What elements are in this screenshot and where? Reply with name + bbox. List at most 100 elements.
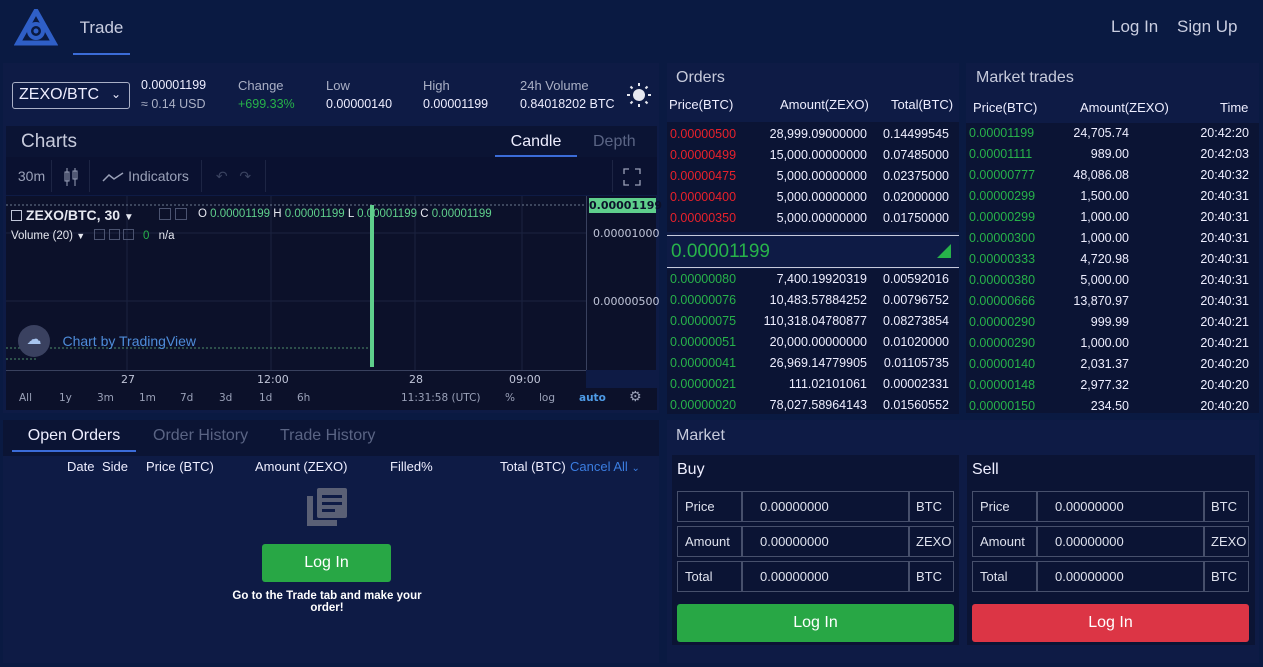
tab-candle[interactable]: Candle <box>495 133 577 157</box>
sell-login-button[interactable]: Log In <box>972 604 1249 642</box>
orders-col-amount: Amount(ZEXO) <box>780 97 869 112</box>
bid-row[interactable]: 0.00000041 26,969.14779905 0.01105735 <box>667 353 959 374</box>
ask-row[interactable]: 0.00000475 5,000.00000000 0.02375000 <box>667 166 959 187</box>
ask-amount: 5,000.00000000 <box>776 169 867 183</box>
low-label: Low <box>326 78 350 93</box>
brand-logo-icon[interactable] <box>14 9 58 47</box>
trade-row[interactable]: 0.00000777 48,086.08 20:40:32 <box>966 165 1259 186</box>
bid-row[interactable]: 0.00000051 20,000.00000000 0.01020000 <box>667 332 959 353</box>
ask-row[interactable]: 0.00000500 28,999.09000000 0.14499545 <box>667 124 959 145</box>
price-axis-tick: 0.00001000 <box>593 227 660 240</box>
theme-toggle-sun-icon[interactable] <box>627 83 651 107</box>
trade-row[interactable]: 0.00000290 1,000.00 20:40:21 <box>966 333 1259 354</box>
range-7d[interactable]: 7d <box>180 392 193 404</box>
trade-row[interactable]: 0.00000299 1,000.00 20:40:31 <box>966 207 1259 228</box>
range-3m[interactable]: 3m <box>97 392 114 404</box>
range-3d[interactable]: 3d <box>219 392 232 404</box>
tab-order-history[interactable]: Order History <box>153 427 248 445</box>
trade-time: 20:40:31 <box>1200 294 1249 308</box>
bid-total: 0.01020000 <box>882 335 949 349</box>
trade-price: 0.00000140 <box>969 357 1036 371</box>
range-6h[interactable]: 6h <box>297 392 310 404</box>
chart-canvas[interactable]: ZEXO/BTC, 30 ▼ O 0.00001199 H 0.00001199… <box>6 196 586 370</box>
bid-total: 0.08273854 <box>882 314 949 328</box>
nav-signup-link[interactable]: Sign Up <box>1177 17 1237 37</box>
volume-close-icon[interactable] <box>122 229 134 240</box>
cancel-all-button[interactable]: Cancel All ⌄ <box>570 459 640 474</box>
pair-select[interactable]: ZEXO/BTC ⌄ <box>12 82 130 109</box>
buy-total-input[interactable]: 0.00000000 <box>742 561 909 592</box>
ask-amount: 28,999.09000000 <box>769 127 867 141</box>
bid-row[interactable]: 0.00000075 110,318.04780877 0.08273854 <box>667 311 959 332</box>
volume-visibility-icon[interactable] <box>94 229 106 240</box>
volume-legend-na: n/a <box>158 230 175 242</box>
trade-row[interactable]: 0.00000333 4,720.98 20:40:31 <box>966 249 1259 270</box>
trade-row[interactable]: 0.00001199 24,705.74 20:42:20 <box>966 123 1259 144</box>
price-axis[interactable]: 0.00001199 0.00001000 0.00000500 <box>586 196 662 370</box>
percent-toggle[interactable]: % <box>505 392 515 404</box>
bid-row[interactable]: 0.00000021 111.02101061 0.00002331 <box>667 374 959 395</box>
tradingview-cloud-icon: ☁ <box>18 325 50 357</box>
nav-tab-trade[interactable]: Trade <box>73 0 130 55</box>
fullscreen-button[interactable] <box>612 160 650 192</box>
buy-amount-input[interactable]: 0.00000000 <box>742 526 909 557</box>
legend-visibility-icon[interactable] <box>159 208 171 220</box>
tradingview-watermark[interactable]: ☁ Chart by TradingView <box>18 325 196 357</box>
trade-row[interactable]: 0.00000380 5,000.00 20:40:31 <box>966 270 1259 291</box>
candle-type-button[interactable] <box>52 160 90 192</box>
chevron-down-icon: ⌄ <box>110 87 121 101</box>
trade-row[interactable]: 0.00000290 999.99 20:40:21 <box>966 312 1259 333</box>
bid-amount: 26,969.14779905 <box>769 356 867 370</box>
trade-row[interactable]: 0.00000140 2,031.37 20:40:20 <box>966 354 1259 375</box>
log-toggle[interactable]: log <box>539 392 555 404</box>
sell-total-input[interactable]: 0.00000000 <box>1037 561 1204 592</box>
redo-icon[interactable]: ↷ <box>239 168 251 184</box>
legend-menu-chevron-icon[interactable]: ▼ <box>124 212 134 223</box>
volume-legend: Volume (20) ▼ 0 n/a <box>11 229 175 242</box>
nav-login-link[interactable]: Log In <box>1111 17 1158 37</box>
collapse-legend-icon[interactable] <box>11 210 22 221</box>
range-all[interactable]: All <box>19 392 32 404</box>
ask-row[interactable]: 0.00000350 5,000.00000000 0.01750000 <box>667 208 959 229</box>
trade-row[interactable]: 0.00000148 2,977.32 20:40:20 <box>966 375 1259 396</box>
volume-settings-icon[interactable] <box>108 229 120 240</box>
sell-amount-input[interactable]: 0.00000000 <box>1037 526 1204 557</box>
buy-price-input[interactable]: 0.00000000 <box>742 491 909 522</box>
trades-list: 0.00001199 24,705.74 20:42:20 0.00001111 989… <box>966 123 1259 413</box>
ask-row[interactable]: 0.00000400 5,000.00000000 0.02000000 <box>667 187 959 208</box>
trade-row[interactable]: 0.00001111 989.00 20:42:03 <box>966 144 1259 165</box>
range-1m[interactable]: 1m <box>139 392 156 404</box>
legend-ohlc: O 0.00001199 H 0.00001199 L 0.00001199 C… <box>198 208 492 220</box>
tab-trade-history[interactable]: Trade History <box>280 427 375 445</box>
range-1d[interactable]: 1d <box>259 392 272 404</box>
trade-row[interactable]: 0.00000666 13,870.97 20:40:31 <box>966 291 1259 312</box>
trade-row[interactable]: 0.00000299 1,500.00 20:40:31 <box>966 186 1259 207</box>
trade-row[interactable]: 0.00000300 1,000.00 20:40:31 <box>966 228 1259 249</box>
trades-col-amount: Amount(ZEXO) <box>1080 100 1169 115</box>
time-axis[interactable]: 27 12:00 28 09:00 <box>6 370 586 388</box>
tab-depth[interactable]: Depth <box>593 133 636 151</box>
auto-toggle[interactable]: auto <box>579 392 606 404</box>
orders-login-button[interactable]: Log In <box>262 544 391 582</box>
ask-total: 0.01750000 <box>882 211 949 225</box>
trade-price: 0.00001199 <box>969 126 1035 140</box>
buy-login-button[interactable]: Log In <box>677 604 954 642</box>
bid-row[interactable]: 0.00000020 78,027.58964143 0.01560552 <box>667 395 959 416</box>
ask-total: 0.02000000 <box>882 190 949 204</box>
ask-row[interactable]: 0.00000499 15,000.00000000 0.07485000 <box>667 145 959 166</box>
ask-price: 0.00000475 <box>670 169 737 183</box>
volume-menu-chevron-icon[interactable]: ▼ <box>76 231 85 241</box>
trade-time: 20:40:31 <box>1200 231 1249 245</box>
legend-settings-icon[interactable] <box>175 208 188 220</box>
bid-row[interactable]: 0.00000076 10,483.57884252 0.00796752 <box>667 290 959 311</box>
undo-icon[interactable]: ↶ <box>216 168 228 184</box>
tab-open-orders[interactable]: Open Orders <box>12 427 136 452</box>
chart-settings-gear-icon[interactable]: ⚙ <box>629 389 642 405</box>
trade-row[interactable]: 0.00000150 234.50 20:40:20 <box>966 396 1259 413</box>
indicators-button[interactable]: Indicators <box>90 160 202 192</box>
bid-row[interactable]: 0.00000080 7,400.19920319 0.00592016 <box>667 269 959 290</box>
trade-amount: 5,000.00 <box>1080 273 1129 287</box>
range-1y[interactable]: 1y <box>59 392 72 404</box>
sell-price-input[interactable]: 0.00000000 <box>1037 491 1204 522</box>
interval-select[interactable]: 30m <box>12 160 52 192</box>
